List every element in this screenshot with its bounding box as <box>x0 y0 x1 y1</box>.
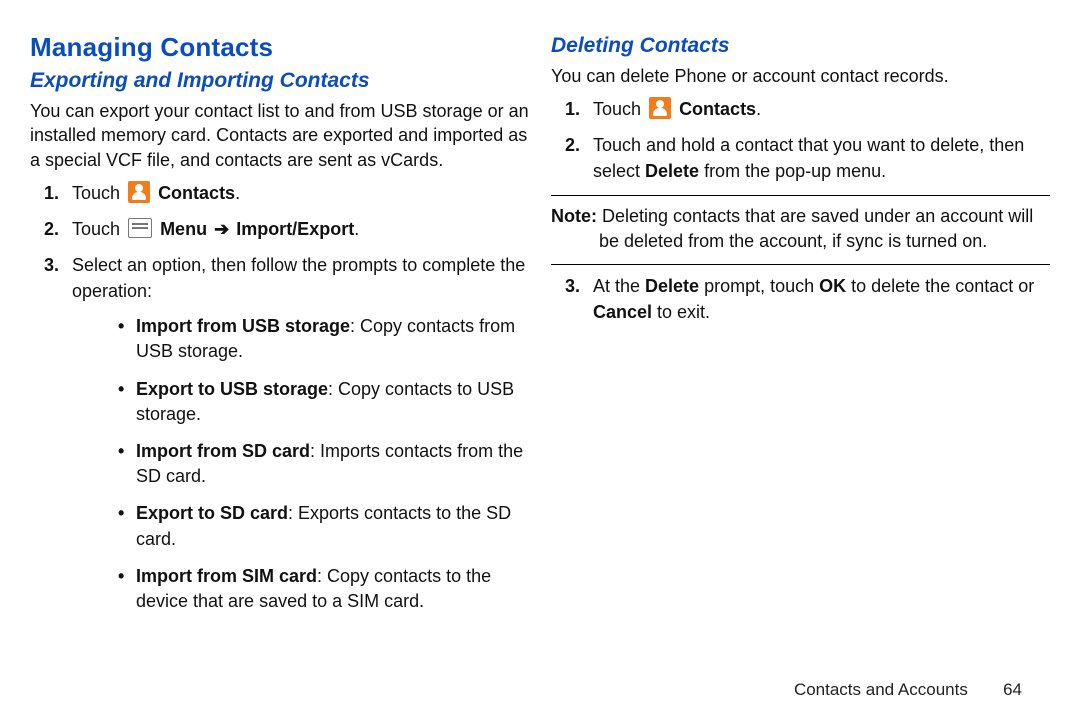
step-2: 2. Touch Menu ➔ Import/Export. <box>30 216 529 242</box>
punct: . <box>354 219 359 239</box>
ok-label: OK <box>819 276 846 296</box>
note-label: Note: <box>551 206 597 226</box>
chapter-name: Contacts and Accounts <box>794 680 968 699</box>
option-import-usb: Import from USB storage: Copy contacts f… <box>72 314 529 364</box>
note-text: Deleting contacts that are saved under a… <box>597 206 1033 226</box>
step-number: 2. <box>44 216 59 242</box>
step-number: 1. <box>44 180 59 206</box>
options-list: Import from USB storage: Copy contacts f… <box>72 314 529 614</box>
option-title: Export to USB storage <box>136 379 328 399</box>
step-text: to exit. <box>652 302 710 322</box>
step-3: 3. Select an option, then follow the pro… <box>30 252 529 614</box>
punct: . <box>756 99 761 119</box>
step-text: Touch <box>593 99 646 119</box>
step-1: 1. Touch Contacts. <box>551 96 1050 122</box>
subsection-heading-deleting: Deleting Contacts <box>551 34 1050 58</box>
step-text: At the <box>593 276 645 296</box>
right-column: Deleting Contacts You can delete Phone o… <box>551 32 1050 668</box>
note-text-cont: be deleted from the account, if sync is … <box>551 229 1050 254</box>
step-text: to delete the contact or <box>846 276 1034 296</box>
step-text: Select an option, then follow the prompt… <box>72 255 525 301</box>
step-number: 2. <box>565 132 580 158</box>
import-export-label: Import/Export <box>236 219 354 239</box>
contacts-label: Contacts <box>158 183 235 203</box>
option-export-usb: Export to USB storage: Copy contacts to … <box>72 377 529 427</box>
option-title: Import from USB storage <box>136 316 350 336</box>
option-import-sim: Import from SIM card: Copy contacts to t… <box>72 564 529 614</box>
left-column: Managing Contacts Exporting and Importin… <box>30 32 529 668</box>
option-title: Import from SD card <box>136 441 310 461</box>
option-import-sd: Import from SD card: Imports contacts fr… <box>72 439 529 489</box>
note-line: Note: Deleting contacts that are saved u… <box>551 206 1033 226</box>
manual-page: Managing Contacts Exporting and Importin… <box>0 0 1080 720</box>
step-2: 2. Touch and hold a contact that you wan… <box>551 132 1050 184</box>
page-number: 64 <box>982 680 1022 700</box>
contacts-icon <box>128 181 150 203</box>
contacts-icon <box>649 97 671 119</box>
step-number: 1. <box>565 96 580 122</box>
menu-label: Menu <box>160 219 207 239</box>
delete-label: Delete <box>645 161 699 181</box>
steps-list-cont: 3. At the Delete prompt, touch OK to del… <box>551 273 1050 325</box>
step-text: Touch <box>72 183 125 203</box>
subsection-heading-export-import: Exporting and Importing Contacts <box>30 69 529 93</box>
option-title: Export to SD card <box>136 503 288 523</box>
step-3: 3. At the Delete prompt, touch OK to del… <box>551 273 1050 325</box>
intro-paragraph: You can delete Phone or account contact … <box>551 64 1050 88</box>
two-column-layout: Managing Contacts Exporting and Importin… <box>30 32 1050 668</box>
option-title: Import from SIM card <box>136 566 317 586</box>
punct: . <box>235 183 240 203</box>
step-number: 3. <box>44 252 59 278</box>
delete-label: Delete <box>645 276 699 296</box>
page-footer: Contacts and Accounts 64 <box>30 668 1050 700</box>
intro-paragraph: You can export your contact list to and … <box>30 99 529 172</box>
divider <box>551 264 1050 265</box>
step-number: 3. <box>565 273 580 299</box>
section-heading: Managing Contacts <box>30 32 529 63</box>
step-text: from the pop-up menu. <box>699 161 886 181</box>
arrow-icon: ➔ <box>212 216 231 242</box>
divider <box>551 195 1050 196</box>
steps-list: 1. Touch Contacts. 2. Touch and hold a c… <box>551 96 1050 184</box>
contacts-label: Contacts <box>679 99 756 119</box>
steps-list: 1. Touch Contacts. 2. Touch Menu ➔ Impor… <box>30 180 529 614</box>
step-1: 1. Touch Contacts. <box>30 180 529 206</box>
menu-icon <box>128 218 152 238</box>
step-text: Touch <box>72 219 125 239</box>
note-block: Note: Deleting contacts that are saved u… <box>551 204 1050 254</box>
cancel-label: Cancel <box>593 302 652 322</box>
option-export-sd: Export to SD card: Exports contacts to t… <box>72 501 529 551</box>
step-text: prompt, touch <box>699 276 819 296</box>
